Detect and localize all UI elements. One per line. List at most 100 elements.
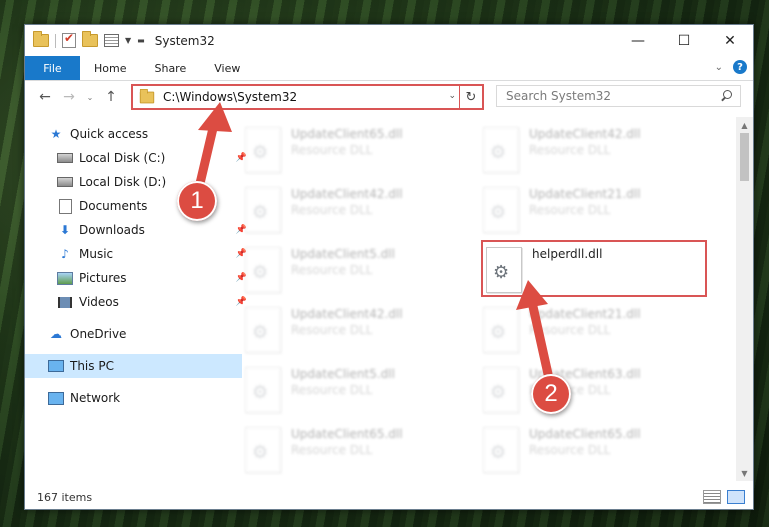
step-2-callout: 2 [531, 374, 571, 414]
list-item[interactable]: ⚙ UpdateClient5.dll Resource DLL [245, 363, 465, 423]
address-path[interactable]: C:\Windows\System32 [163, 90, 297, 104]
help-icon[interactable]: ? [733, 60, 747, 74]
address-folder-icon [139, 88, 155, 103]
sidebar-item-label: Documents [79, 199, 148, 213]
dll-file-icon: ⚙ [245, 367, 281, 413]
up-arrow-icon[interactable]: ↑ [101, 89, 121, 105]
file-type: Resource DLL [529, 143, 611, 157]
onedrive-icon: ☁ [50, 327, 62, 341]
pictures-icon-wrap [57, 271, 73, 285]
file-type: Resource DLL [291, 443, 373, 457]
file-name: UpdateClient21.dll [529, 307, 641, 321]
dll-file-icon: ⚙ [483, 427, 519, 473]
close-button[interactable]: ✕ [707, 25, 753, 56]
sidebar-item-music[interactable]: ♪ Music 📌 [25, 242, 251, 266]
sidebar-item-videos[interactable]: Videos 📌 [25, 290, 251, 314]
sidebar-item-local-disk-c[interactable]: Local Disk (C:) 📌 [25, 146, 251, 170]
sidebar-item-this-pc[interactable]: This PC [25, 354, 242, 378]
sidebar-item-label: Videos [79, 295, 119, 309]
sidebar-item-label: Music [79, 247, 114, 261]
search-icon[interactable] [720, 90, 732, 102]
chevron-down-icon[interactable]: ▼ [125, 36, 131, 45]
file-type: Resource DLL [529, 443, 611, 457]
sidebar-item-downloads[interactable]: ⬇ Downloads 📌 [25, 218, 251, 242]
file-name: UpdateClient21.dll [529, 187, 641, 201]
expand-ribbon-icon[interactable]: ⌄ [715, 62, 723, 73]
file-name: UpdateClient42.dll [291, 307, 403, 321]
window-title: System32 [154, 33, 215, 48]
list-item[interactable]: ⚙ UpdateClient42.dll Resource DLL [483, 123, 703, 183]
back-arrow-icon[interactable]: ← [35, 89, 55, 105]
list-item[interactable]: ⚙ UpdateClient65.dll Resource DLL [245, 123, 465, 183]
sidebar-item-local-disk-d[interactable]: Local Disk (D:) [25, 170, 251, 194]
file-type: Resource DLL [529, 323, 611, 337]
quick-access-toolbar: ▼ ▬ [33, 31, 145, 48]
dll-file-icon: ⚙ [245, 307, 281, 353]
this-pc-icon [48, 360, 64, 372]
list-item[interactable]: ⚙ UpdateClient65.dll Resource DLL [245, 423, 465, 483]
properties-check-icon[interactable] [62, 31, 76, 48]
details-view-icon[interactable] [703, 490, 721, 504]
vertical-scrollbar[interactable]: ▲ ▼ [736, 117, 753, 481]
step-1-callout: 1 [177, 181, 217, 221]
tab-home[interactable]: Home [80, 56, 140, 80]
scroll-up-icon[interactable]: ▲ [736, 117, 753, 133]
sidebar-item-documents[interactable]: Documents [25, 194, 251, 218]
dll-file-icon: ⚙ [245, 427, 281, 473]
scroll-thumb[interactable] [740, 133, 749, 181]
file-type: Resource DLL [291, 143, 373, 157]
videos-icon [58, 296, 72, 308]
item-count: 167 items [37, 490, 93, 504]
music-icon: ♪ [61, 247, 69, 261]
list-item[interactable]: ⚙ UpdateClient42.dll Resource DLL [245, 303, 465, 363]
tab-file[interactable]: File [25, 56, 80, 80]
search-box[interactable]: Search System32 [496, 85, 741, 107]
tab-share[interactable]: Share [140, 56, 200, 80]
new-folder-icon[interactable] [82, 31, 98, 47]
file-type: Resource DLL [291, 383, 373, 397]
address-bar[interactable]: C:\Windows\System32 ⌄ ↻ [131, 84, 484, 110]
sidebar-item-network[interactable]: Network [25, 386, 242, 410]
file-name: UpdateClient5.dll [291, 367, 395, 381]
list-item[interactable]: ⚙ UpdateClient5.dll Resource DLL [245, 243, 465, 303]
recent-locations-chevron-icon[interactable]: ⌄ [83, 93, 97, 102]
search-input[interactable]: Search System32 [506, 89, 720, 103]
refresh-icon[interactable]: ↻ [459, 86, 482, 108]
address-dropdown-icon[interactable]: ⌄ [448, 91, 456, 101]
navigation-pane: ★ Quick access Local Disk (C:) 📌 Local D… [25, 117, 247, 481]
list-item[interactable]: ⚙ UpdateClient65.dll Resource DLL [483, 423, 703, 483]
toolbar-dropdown-icon[interactable]: ▬ [137, 36, 145, 45]
drive-icon-wrap [57, 175, 73, 189]
sidebar-item-label: OneDrive [70, 327, 127, 341]
file-type: Resource DLL [291, 323, 373, 337]
file-type: Resource DLL [291, 263, 373, 277]
list-item[interactable]: ⚙ UpdateClient21.dll Resource DLL [483, 303, 703, 363]
network-icon [48, 391, 64, 405]
dll-file-icon: ⚙ [483, 307, 519, 353]
forward-arrow-icon[interactable]: → [59, 89, 79, 105]
file-name: UpdateClient42.dll [291, 187, 403, 201]
ribbon-tabs: File Home Share View ⌄ ? [25, 56, 753, 81]
list-item[interactable]: ⚙ UpdateClient42.dll Resource DLL [245, 183, 465, 243]
sidebar-item-pictures[interactable]: Pictures 📌 [25, 266, 251, 290]
list-item[interactable]: ⚙ UpdateClient21.dll Resource DLL [483, 183, 703, 243]
list-item[interactable]: ⚙ UpdateClient63.dllResource DLL [483, 363, 703, 423]
file-name: UpdateClient42.dll [529, 127, 641, 141]
file-name: UpdateClient65.dll [291, 427, 403, 441]
documents-icon-wrap [57, 198, 73, 214]
scroll-down-icon[interactable]: ▼ [736, 465, 753, 481]
file-type: Resource DLL [529, 203, 611, 217]
customize-toolbar-icon[interactable] [104, 34, 119, 47]
pictures-icon [57, 271, 73, 285]
status-bar: 167 items [25, 485, 753, 509]
sidebar-item-quick-access[interactable]: ★ Quick access [25, 122, 242, 146]
sidebar-item-onedrive[interactable]: ☁ OneDrive [25, 322, 242, 346]
this-pc-icon-wrap [48, 359, 64, 373]
file-name: UpdateClient65.dll [291, 127, 403, 141]
sidebar-item-label: Network [70, 391, 121, 405]
minimize-button[interactable]: — [615, 25, 661, 56]
large-icons-view-icon[interactable] [727, 490, 745, 504]
sidebar-item-label: Local Disk (C:) [79, 151, 166, 165]
maximize-button[interactable]: ☐ [661, 25, 707, 56]
tab-view[interactable]: View [200, 56, 254, 80]
